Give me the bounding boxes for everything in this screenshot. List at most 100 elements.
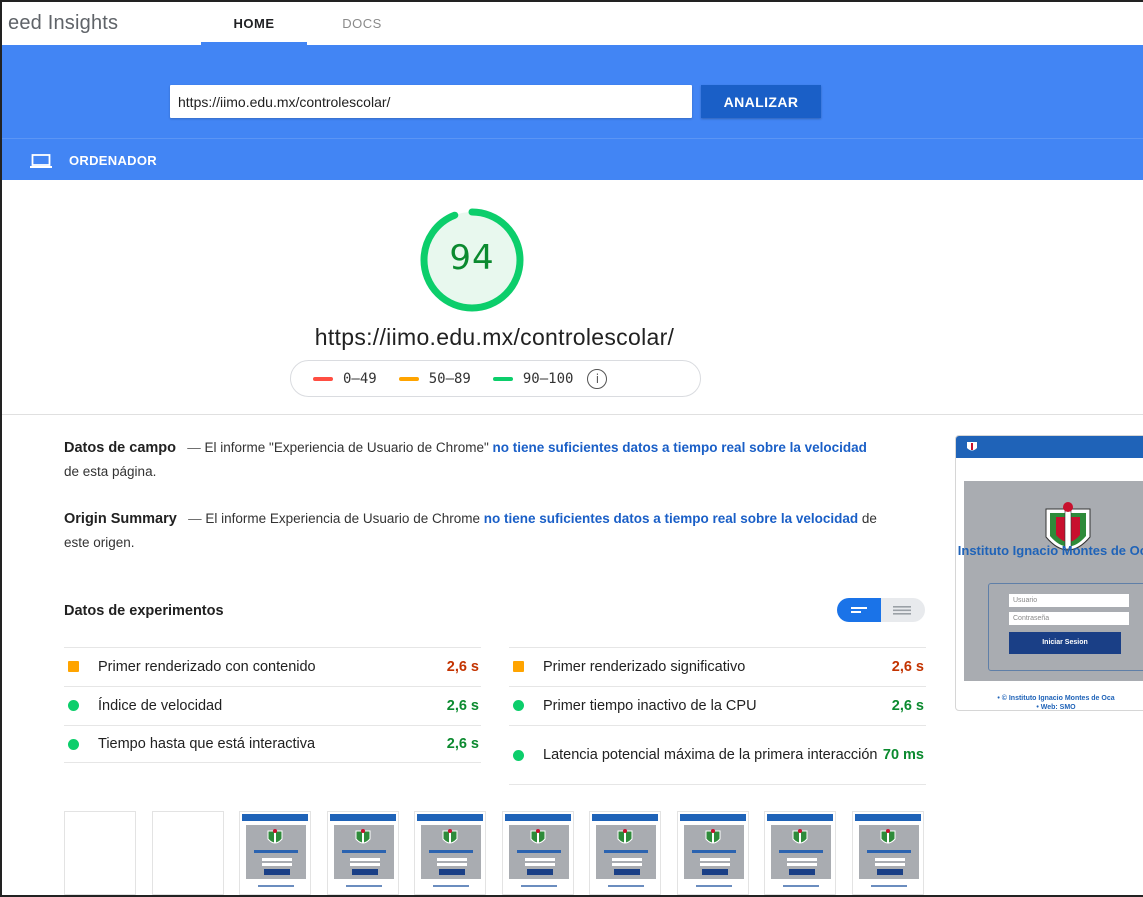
- metric-label: Latencia potencial máxima de la primera …: [543, 747, 878, 763]
- thumb-header: [242, 814, 308, 821]
- filmstrip-frame-blank: [151, 811, 224, 895]
- thumb-header: [592, 814, 658, 821]
- thumb-body: [333, 825, 394, 879]
- thumb-title: [254, 850, 298, 853]
- crest-icon: [880, 829, 895, 844]
- thumb-input: [262, 858, 292, 861]
- info-icon[interactable]: i: [587, 368, 608, 389]
- thumb-input: [262, 863, 292, 866]
- preview-footer-line1: • © Instituto Ignacio Montes de Oca: [997, 695, 1115, 702]
- legend-average-label: 50–89: [428, 370, 471, 387]
- tab-home[interactable]: HOME: [201, 2, 307, 45]
- preview-title: Instituto Ignacio Montes de Oca: [957, 543, 1143, 558]
- metric-max-fid: Latencia potencial máxima de la primera …: [509, 725, 926, 785]
- preview-password-field: Contraseña: [1009, 612, 1129, 625]
- metric-label: Primer renderizado con contenido: [98, 658, 316, 675]
- thumb-footer: [520, 885, 557, 887]
- thumb-button: [264, 869, 290, 875]
- thumb-body: [596, 825, 656, 879]
- thumb-input: [349, 863, 380, 866]
- compact-view-button[interactable]: [837, 598, 881, 622]
- good-circle-icon: [68, 700, 79, 711]
- metric-fcp: Primer renderizado con contenido 2,6 s: [64, 647, 481, 685]
- legend-average-bar: [398, 376, 419, 381]
- metric-value: 2,6 s: [891, 658, 924, 675]
- preview-login-button: Iniciar Sesion: [1009, 632, 1121, 654]
- field-data-link[interactable]: no tiene suficientes datos a tiempo real…: [493, 440, 867, 455]
- filmstrip-frame-blank: [64, 811, 136, 895]
- thumb-body: [246, 825, 306, 879]
- thumb-header: [767, 814, 833, 821]
- final-screenshot: Instituto Ignacio Montes de Oca Usuario …: [955, 435, 1143, 711]
- metric-fmp: Primer renderizado significativo 2,6 s: [509, 647, 926, 685]
- preview-footer-line2: • Web: SMO: [1036, 704, 1076, 711]
- average-square-icon: [513, 661, 524, 672]
- top-bar: eed Insights HOME DOCS: [2, 2, 1143, 45]
- thumb-header: [329, 814, 396, 821]
- thumb-body: [421, 825, 481, 879]
- metric-label: Tiempo hasta que está interactiva: [98, 736, 316, 752]
- origin-summary-dash: —: [188, 511, 202, 526]
- thumb-input: [524, 863, 555, 866]
- thumb-footer: [345, 885, 382, 887]
- device-tab-bar[interactable]: ORDENADOR: [2, 138, 1143, 180]
- thumb-body: [683, 825, 744, 879]
- thumb-footer: [783, 885, 819, 887]
- long-lines-icon: [893, 606, 911, 615]
- filmstrip-frame: [326, 811, 399, 895]
- search-band: ANALIZAR: [2, 45, 1143, 138]
- metric-value: 70 ms: [882, 747, 924, 763]
- thumb-footer: [608, 885, 644, 887]
- crest-icon: [355, 829, 370, 844]
- lab-data-title: Datos de experimentos: [64, 603, 224, 619]
- thumb-header: [679, 814, 746, 821]
- view-toggle[interactable]: [837, 598, 925, 622]
- filmstrip-frame: [239, 811, 311, 895]
- origin-summary-title: Origin Summary: [64, 511, 177, 527]
- section-divider: [2, 414, 1143, 415]
- thumb-button: [351, 869, 378, 875]
- crest-icon: [705, 829, 720, 844]
- thumb-input: [699, 858, 730, 861]
- good-circle-icon: [513, 749, 524, 761]
- metric-speed-index: Índice de velocidad 2,6 s: [64, 686, 481, 724]
- thumb-button: [439, 869, 465, 875]
- crest-icon: [267, 829, 283, 844]
- filmstrip-frame: [676, 811, 749, 895]
- metric-value: 2,6 s: [891, 697, 924, 714]
- field-data-text-end: de esta página.: [64, 464, 157, 479]
- filmstrip-frame: [851, 811, 924, 895]
- thumb-input: [437, 858, 467, 861]
- thumb-input: [874, 863, 905, 866]
- legend-item-average: 50–89: [398, 370, 471, 387]
- thumb-input: [524, 858, 555, 861]
- filmstrip-frame: [589, 811, 661, 895]
- url-input[interactable]: [170, 85, 692, 118]
- metric-value: 2,6 s: [446, 736, 479, 752]
- thumb-button: [876, 869, 903, 875]
- thumb-footer: [695, 885, 732, 887]
- thumb-body: [508, 825, 569, 879]
- good-circle-icon: [513, 700, 524, 711]
- thumb-button: [701, 869, 728, 875]
- thumb-footer: [258, 885, 294, 887]
- laptop-icon: [30, 154, 52, 168]
- thumb-footer: [433, 885, 469, 887]
- average-square-icon: [68, 661, 79, 672]
- tab-docs[interactable]: DOCS: [310, 2, 414, 45]
- field-data-title: Datos de campo: [64, 440, 176, 456]
- thumb-footer: [870, 885, 907, 887]
- legend-good-bar: [492, 376, 513, 381]
- thumb-title: [516, 850, 561, 853]
- legend-item-poor: 0–49: [313, 371, 377, 387]
- thumb-title: [341, 850, 386, 853]
- expanded-view-button[interactable]: [881, 598, 925, 622]
- thumb-header: [417, 814, 483, 821]
- thumb-input: [349, 858, 380, 861]
- analyze-button[interactable]: ANALIZAR: [701, 85, 821, 118]
- thumb-title: [866, 850, 911, 853]
- crest-icon: [617, 829, 633, 844]
- analyzed-url: https://iimo.edu.mx/controlescolar/: [314, 324, 675, 350]
- preview-footer: • © Instituto Ignacio Montes de Oca • We…: [956, 694, 1143, 711]
- origin-summary-link[interactable]: no tiene suficientes datos a tiempo real…: [484, 511, 858, 526]
